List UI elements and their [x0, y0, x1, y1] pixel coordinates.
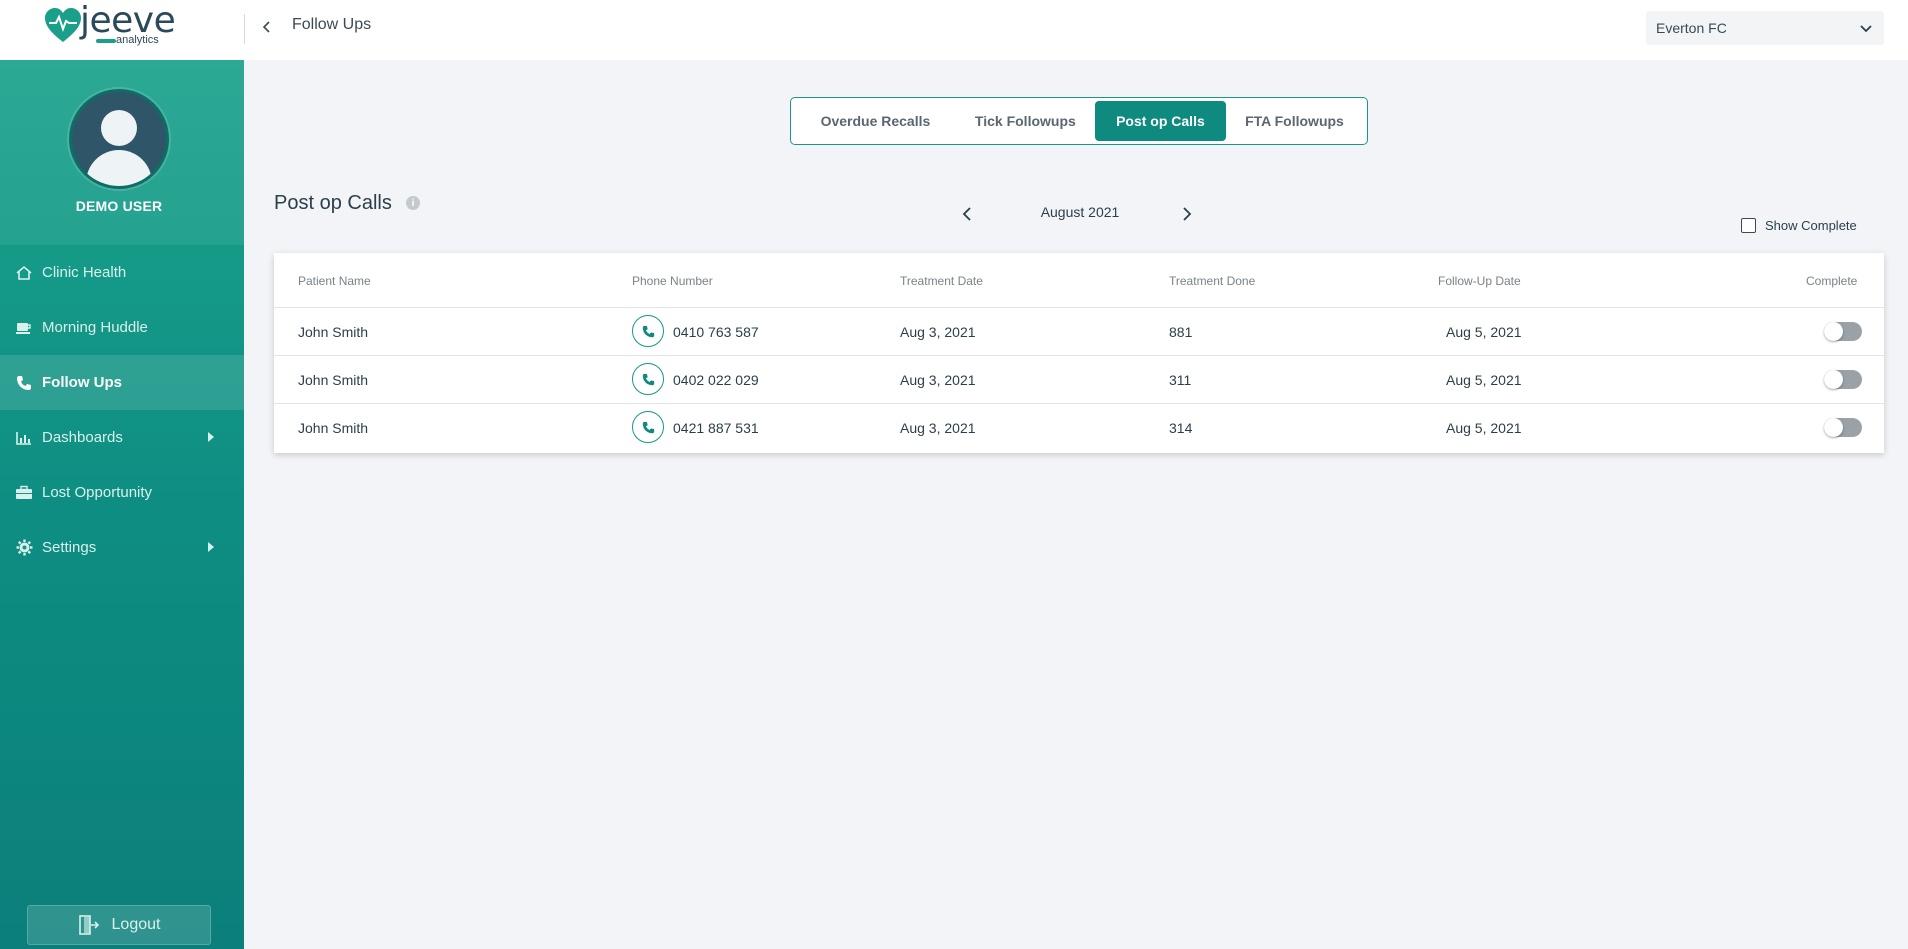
- treatment-date: Aug 3, 2021: [900, 372, 976, 388]
- phone-number: 0402 022 029: [673, 372, 759, 388]
- tab-post-op-calls[interactable]: Post op Calls: [1094, 101, 1226, 141]
- column-header-phone-number: Phone Number: [632, 274, 713, 288]
- clinic-selector[interactable]: Everton FC: [1646, 11, 1884, 45]
- sidebar-item-label: Follow Ups: [42, 374, 122, 391]
- tab-overdue-recalls[interactable]: Overdue Recalls: [795, 101, 956, 141]
- toggle-knob: [1824, 418, 1843, 437]
- treatment-done: 314: [1169, 420, 1193, 436]
- sidebar-item-label: Dashboards: [42, 429, 123, 446]
- column-header-follow-up-date: Follow-Up Date: [1438, 274, 1521, 288]
- follow-up-date: Aug 5, 2021: [1446, 372, 1522, 388]
- toggle-knob: [1824, 370, 1843, 389]
- back-button[interactable]: [256, 16, 278, 38]
- tab-tick-followups[interactable]: Tick Followups: [956, 101, 1095, 141]
- page-title: Follow Ups: [292, 16, 372, 33]
- heart-logo-icon: [45, 8, 81, 42]
- complete-toggle[interactable]: [1824, 370, 1862, 389]
- treatment-date: Aug 3, 2021: [900, 324, 976, 340]
- sidebar-item-label: Morning Huddle: [42, 319, 148, 336]
- sidebar-item-follow-ups[interactable]: Follow Ups: [0, 355, 244, 410]
- jeeve-logo[interactable]: jeeve analytics: [44, 0, 204, 50]
- table-row: John Smith 0410 763 587 Aug 3, 2021 881 …: [274, 308, 1884, 356]
- month-label: August 2021: [1040, 204, 1120, 220]
- phone-icon: [642, 373, 654, 385]
- column-header-treatment-date: Treatment Date: [900, 274, 983, 288]
- avatar: [69, 89, 169, 189]
- treatment-date: Aug 3, 2021: [900, 420, 976, 436]
- post-op-calls-table: Patient Name Phone Number Treatment Date…: [274, 253, 1884, 453]
- follow-up-date: Aug 5, 2021: [1446, 420, 1522, 436]
- caret-right-icon: [208, 542, 214, 552]
- previous-month-button[interactable]: [955, 202, 979, 226]
- phone-icon: [642, 325, 654, 337]
- avatar-head-shape: [101, 110, 137, 146]
- logout-label: Logout: [111, 916, 161, 933]
- next-month-button[interactable]: [1175, 202, 1199, 226]
- caret-right-icon: [208, 432, 214, 442]
- treatment-done: 881: [1169, 324, 1193, 340]
- user-profile: DEMO USER: [0, 60, 244, 245]
- sidebar: DEMO USER Clinic Health Morning Huddle F…: [0, 60, 244, 949]
- table-row: John Smith 0421 887 531 Aug 3, 2021 314 …: [274, 404, 1884, 452]
- chevron-left-icon: [962, 207, 971, 221]
- tab-fta-followups[interactable]: FTA Followups: [1226, 101, 1363, 141]
- call-button[interactable]: [632, 315, 664, 347]
- coffee-icon: [14, 318, 34, 338]
- followup-tabs: Overdue Recalls Tick Followups Post op C…: [790, 97, 1368, 145]
- phone-number: 0410 763 587: [673, 324, 759, 340]
- patient-name[interactable]: John Smith: [298, 372, 368, 388]
- phone-icon: [14, 373, 34, 393]
- clinic-selector-value: Everton FC: [1656, 20, 1727, 36]
- chart-icon: [14, 428, 34, 448]
- phone-icon: [642, 421, 654, 433]
- sidebar-item-label: Clinic Health: [42, 264, 127, 281]
- toggle-knob: [1824, 322, 1843, 341]
- sidebar-item-label: Settings: [42, 539, 97, 556]
- show-complete-label: Show Complete: [1765, 218, 1857, 233]
- table-row: John Smith 0402 022 029 Aug 3, 2021 311 …: [274, 356, 1884, 404]
- sidebar-nav: Clinic Health Morning Huddle Follow Ups …: [0, 245, 244, 575]
- chevron-down-icon: [1860, 25, 1872, 33]
- sidebar-item-morning-huddle[interactable]: Morning Huddle: [0, 300, 244, 355]
- chevron-left-icon: [262, 21, 270, 33]
- column-header-complete: Complete: [1806, 274, 1858, 288]
- info-icon[interactable]: i: [406, 196, 420, 210]
- logo-subtext: analytics: [116, 34, 159, 46]
- show-complete-checkbox[interactable]: Show Complete: [1741, 218, 1857, 233]
- briefcase-icon: [14, 483, 34, 503]
- follow-up-date: Aug 5, 2021: [1446, 324, 1522, 340]
- patient-name[interactable]: John Smith: [298, 420, 368, 436]
- column-header-treatment-done: Treatment Done: [1169, 274, 1256, 288]
- section-title: Post op Calls: [274, 192, 392, 214]
- sidebar-item-settings[interactable]: Settings: [0, 520, 244, 575]
- table-header: Patient Name Phone Number Treatment Date…: [274, 253, 1884, 308]
- complete-toggle[interactable]: [1824, 322, 1862, 341]
- logout-button[interactable]: Logout: [27, 905, 211, 945]
- treatment-done: 311: [1169, 372, 1192, 388]
- top-header: jeeve analytics Follow Ups Everton FC: [0, 0, 1908, 60]
- username: DEMO USER: [75, 198, 163, 214]
- home-icon: [14, 263, 34, 283]
- avatar-body-shape: [86, 150, 152, 186]
- patient-name[interactable]: John Smith: [298, 324, 368, 340]
- sidebar-item-dashboards[interactable]: Dashboards: [0, 410, 244, 465]
- call-button[interactable]: [632, 411, 664, 443]
- checkbox-box: [1741, 218, 1756, 233]
- chevron-right-icon: [1183, 207, 1192, 221]
- sidebar-item-label: Lost Opportunity: [42, 484, 153, 501]
- complete-toggle[interactable]: [1824, 418, 1862, 437]
- logo-accent-bar: [96, 39, 116, 43]
- logout-icon: [78, 915, 100, 935]
- sidebar-item-clinic-health[interactable]: Clinic Health: [0, 245, 244, 300]
- gear-icon: [14, 538, 34, 558]
- phone-number: 0421 887 531: [673, 420, 759, 436]
- call-button[interactable]: [632, 363, 664, 395]
- column-header-patient-name: Patient Name: [298, 274, 371, 288]
- header-divider: [244, 14, 245, 44]
- sidebar-item-lost-opportunity[interactable]: Lost Opportunity: [0, 465, 244, 520]
